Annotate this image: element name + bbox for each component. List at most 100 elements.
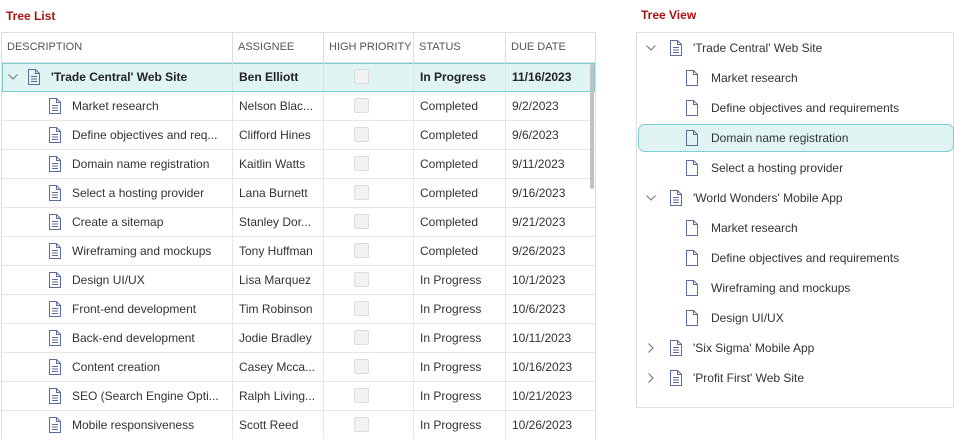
tree-node-label: Wireframing and mockups [711,281,851,295]
description-content: Mobile responsiveness [48,411,232,439]
table-row[interactable]: Design UI/UX Lisa Marquez In Progress 10/1/… [2,266,595,295]
document-icon [685,250,699,266]
tree-node-parent[interactable]: 'Profit First' Web Site [643,364,804,392]
high-priority-checkbox[interactable] [354,272,369,287]
table-row[interactable]: Define objectives and req... Clifford Hin… [2,121,595,150]
table-row[interactable]: Back-end development Jodie Bradley In Prog… [2,324,595,353]
tree-node-child[interactable]: Design UI/UX [685,304,784,332]
tree-node-parent[interactable]: 'Trade Central' Web Site [643,34,822,62]
high-priority-checkbox[interactable] [354,214,369,229]
high-priority-cell [324,179,414,207]
assignee-cell: Tony Huffman [233,237,324,265]
table-row[interactable]: Market research Nelson Blac... Completed 9/… [2,92,595,121]
tree-node-child[interactable]: Market research [685,214,798,242]
tree-node-parent[interactable]: 'World Wonders' Mobile App [643,184,843,212]
tree-node-child[interactable]: Wireframing and mockups [685,274,850,302]
document-lines-icon [48,127,62,143]
description-cell: 'Trade Central' Web Site [2,63,233,91]
due-date-cell: 10/11/2023 [512,331,572,345]
assignee-cell: Lana Burnett [233,179,324,207]
column-header-assignee[interactable]: ASSIGNEE [233,33,324,62]
column-header-description[interactable]: DESCRIPTION [2,33,233,62]
table-row[interactable]: Mobile responsiveness Scott Reed In Progre… [2,411,595,439]
high-priority-cell [324,92,414,120]
high-priority-checkbox[interactable] [354,330,369,345]
tree-node-child[interactable]: Define objectives and requirements [685,94,899,122]
document-lines-icon [48,272,62,288]
tree-view-title: Tree View [641,8,697,22]
table-row[interactable]: Content creation Casey Mcca... In Progress… [2,353,595,382]
table-row[interactable]: Front-end development Tim Robinson In Prog… [2,295,595,324]
document-icon [685,280,699,296]
chevron-right-icon[interactable] [643,370,659,386]
chevron-down-icon[interactable] [643,40,659,56]
high-priority-checkbox[interactable] [354,98,369,113]
document-lines-icon [48,359,62,375]
high-priority-checkbox[interactable] [354,388,369,403]
chevron-down-icon[interactable] [643,190,659,206]
table-row[interactable]: Wireframing and mockups Tony Huffman Compl… [2,237,595,266]
vertical-scrollbar[interactable] [590,64,594,189]
assignee-cell: Tim Robinson [233,295,324,323]
row-description: Select a hosting provider [72,186,205,200]
table-row[interactable]: Domain name registration Kaitlin Watts Com… [2,150,595,179]
tree-node-label: 'World Wonders' Mobile App [693,191,843,205]
tree-node-label: Market research [711,221,798,235]
high-priority-checkbox[interactable] [354,69,369,84]
column-header-high-priority[interactable]: HIGH PRIORITY [324,33,414,62]
tree-node-parent[interactable]: 'Six Sigma' Mobile App [643,334,814,362]
tree-node-child[interactable]: Select a hosting provider [685,154,843,182]
due-date-cell: 9/11/2023 [512,157,565,171]
chevron-down-icon[interactable] [5,69,21,85]
table-row[interactable]: Select a hosting provider Lana Burnett Com… [2,179,595,208]
assignee-cell: Stanley Dor... [233,208,324,236]
due-date-cell: 10/26/2023 [512,418,573,432]
tree-list-title: Tree List [6,9,56,23]
document-list-icon [27,69,41,85]
description-content: Back-end development [48,324,232,352]
tree-node-child[interactable]: Market research [685,64,798,92]
due-date-cell: 10/21/2023 [512,389,573,403]
chevron-right-icon[interactable] [643,340,659,356]
status-cell: Completed [414,179,506,207]
description-cell: Front-end development [2,295,233,323]
high-priority-checkbox[interactable] [354,359,369,374]
table-row[interactable]: Create a sitemap Stanley Dor... Completed 9… [2,208,595,237]
due-date-cell: 10/6/2023 [512,302,566,316]
status-cell: In Progress [414,382,506,410]
status-cell: In Progress [414,411,506,439]
status-cell: In Progress [414,63,506,91]
high-priority-checkbox[interactable] [354,127,369,142]
high-priority-checkbox[interactable] [354,301,369,316]
description-content: Front-end development [48,295,232,323]
status-cell: In Progress [414,353,506,381]
status-cell: Completed [414,121,506,149]
row-description: Domain name registration [72,157,210,171]
tree-node-label: 'Six Sigma' Mobile App [693,341,815,355]
high-priority-checkbox[interactable] [354,417,369,432]
description-content: Select a hosting provider [48,179,232,207]
high-priority-checkbox[interactable] [354,243,369,258]
high-priority-cell [324,266,414,294]
column-header-due-date[interactable]: DUE DATE [506,33,595,62]
description-cell: Wireframing and mockups [2,237,233,265]
high-priority-checkbox[interactable] [354,185,369,200]
high-priority-cell [324,150,414,178]
status-cell: In Progress [414,295,506,323]
due-date-cell: 11/16/2023 [512,70,572,84]
tree-node-child[interactable]: Define objectives and requirements [685,244,899,272]
tree-node-child[interactable]: Domain name registration [685,124,848,152]
table-row[interactable]: SEO (Search Engine Opti... Ralph Living..… [2,382,595,411]
row-description: Back-end development [72,331,195,345]
status-cell: Completed [414,237,506,265]
high-priority-checkbox[interactable] [354,156,369,171]
high-priority-cell [324,237,414,265]
column-header-status[interactable]: STATUS [414,33,506,62]
assignee-cell: Clifford Hines [233,121,324,149]
table-row[interactable]: 'Trade Central' Web Site Ben Elliott In Pr… [2,63,595,92]
document-lines-icon [48,388,62,404]
description-cell: Create a sitemap [2,208,233,236]
description-cell: Define objectives and req... [2,121,233,149]
high-priority-cell [324,121,414,149]
high-priority-cell [324,295,414,323]
